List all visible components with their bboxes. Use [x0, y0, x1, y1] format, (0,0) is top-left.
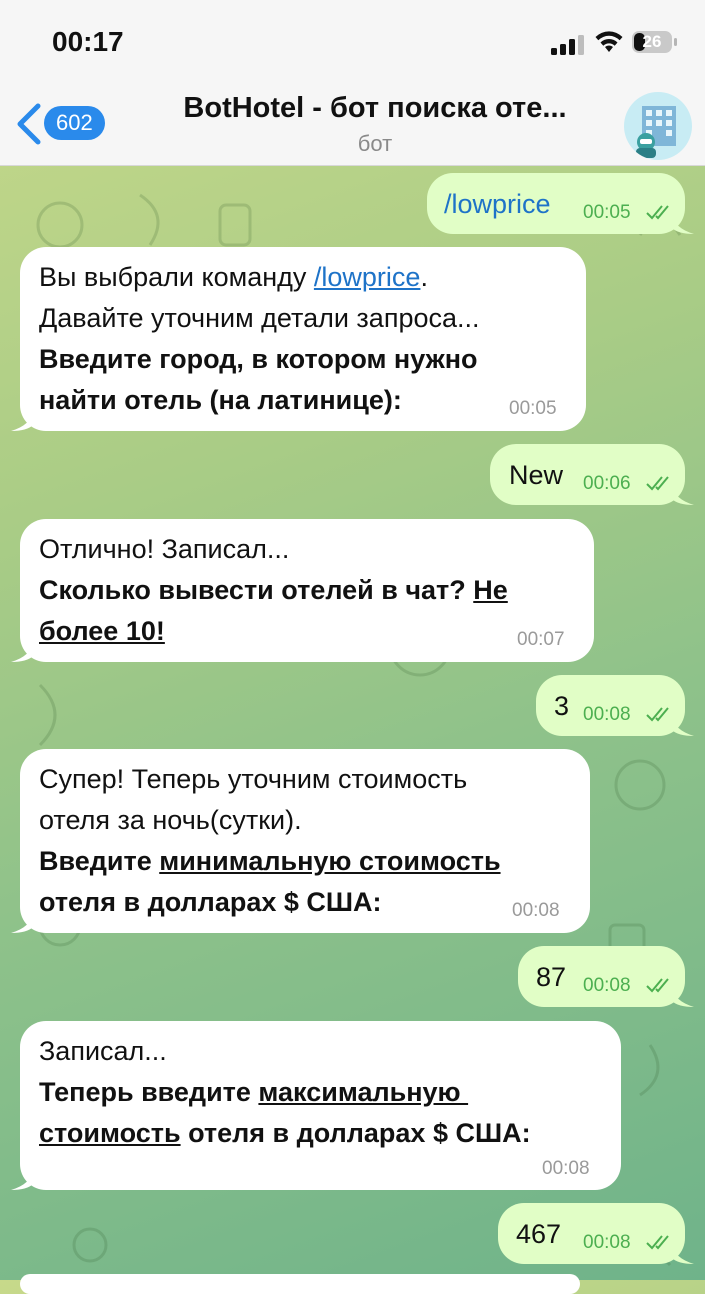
message-text: Введите минимальную стоимость: [39, 846, 501, 876]
back-chevron-icon[interactable]: [14, 102, 44, 146]
hotel-building-icon: [636, 106, 676, 158]
bubble-tail: [672, 987, 694, 1007]
bubble-tail: [672, 485, 694, 505]
message-text: более 10!: [39, 616, 165, 646]
outgoing-message[interactable]: New 00:06: [490, 444, 694, 505]
back-unread-count[interactable]: 602: [44, 106, 105, 140]
chat-title[interactable]: BotHotel - бот поиска оте...: [140, 92, 610, 125]
bubble-tail: [11, 642, 33, 662]
chat-header: 00:17 26 602 BotHotel - бот поиска оте..…: [0, 0, 705, 166]
message-text: Супер! Теперь уточним стоимость: [39, 764, 468, 794]
outgoing-message[interactable]: 87 00:08: [518, 946, 694, 1007]
incoming-message: Отлично! Записал... Сколько вывести отел…: [11, 519, 594, 662]
message-text: Давайте уточним детали запроса...: [39, 303, 480, 333]
cellular-signal-icon: [551, 35, 584, 55]
message-text: Записал...: [39, 1036, 167, 1066]
outgoing-message[interactable]: 467 00:08: [498, 1203, 694, 1264]
message-time: 00:08: [583, 975, 631, 996]
chat-subtitle: бот: [357, 131, 393, 156]
read-checks-icon: [646, 476, 669, 491]
message-time: 00:08: [583, 1232, 631, 1253]
read-checks-icon: [646, 205, 669, 220]
outgoing-message[interactable]: /lowprice 00:05: [427, 173, 694, 234]
message-time: 00:05: [509, 398, 557, 419]
message-time: 00:07: [517, 629, 565, 650]
message-text: New: [509, 460, 564, 490]
bubble-tail: [672, 716, 694, 736]
incoming-message: Записал... Теперь введите максимальную с…: [11, 1021, 621, 1190]
bubble-tail: [11, 411, 33, 431]
bubble-tail: [672, 1244, 694, 1264]
read-checks-icon: [646, 1235, 669, 1250]
read-checks-icon: [646, 978, 669, 993]
message-text: Отлично! Записал...: [39, 534, 290, 564]
battery-icon: 26: [632, 31, 678, 55]
message-text: 3: [554, 691, 570, 721]
message-text: 467: [516, 1219, 562, 1249]
message-time: 00:06: [583, 473, 631, 494]
battery-level: 26: [642, 32, 662, 51]
wifi-icon: [595, 31, 623, 52]
message-time: 00:05: [583, 202, 631, 223]
read-checks-icon: [646, 707, 669, 722]
outgoing-message[interactable]: 3 00:08: [536, 675, 694, 736]
incoming-message-partial: [20, 1274, 580, 1294]
bubble-tail: [11, 1170, 33, 1190]
message-text-command-link[interactable]: /lowprice: [444, 184, 551, 225]
message-time: 00:08: [512, 900, 560, 921]
message-time: 00:08: [542, 1158, 590, 1179]
message-text: 87: [536, 962, 567, 992]
message-text: отеля в долларах $ США:: [39, 887, 382, 917]
message-text: стоимость отеля в долларах $ США:: [39, 1118, 531, 1148]
command-link[interactable]: /lowprice: [314, 262, 421, 292]
status-time: 00:17: [52, 26, 124, 57]
bot-avatar[interactable]: [624, 92, 692, 160]
message-text: Сколько вывести отелей в чат? Не: [39, 575, 508, 605]
incoming-message: Супер! Теперь уточним стоимость отеля за…: [11, 749, 590, 933]
incoming-message: Вы выбрали команду /lowprice. Давайте ут…: [11, 247, 586, 431]
bubble-tail: [672, 214, 694, 234]
message-time: 00:08: [583, 704, 631, 725]
bubble-tail: [11, 913, 33, 933]
message-text: отеля за ночь(сутки).: [39, 805, 302, 835]
message-text: Введите город, в котором нужно: [39, 344, 478, 374]
message-text: Вы выбрали команду /lowprice.: [39, 262, 428, 292]
message-text: Теперь введите максимальную: [39, 1077, 469, 1107]
message-text: найти отель (на латинице):: [39, 385, 402, 415]
